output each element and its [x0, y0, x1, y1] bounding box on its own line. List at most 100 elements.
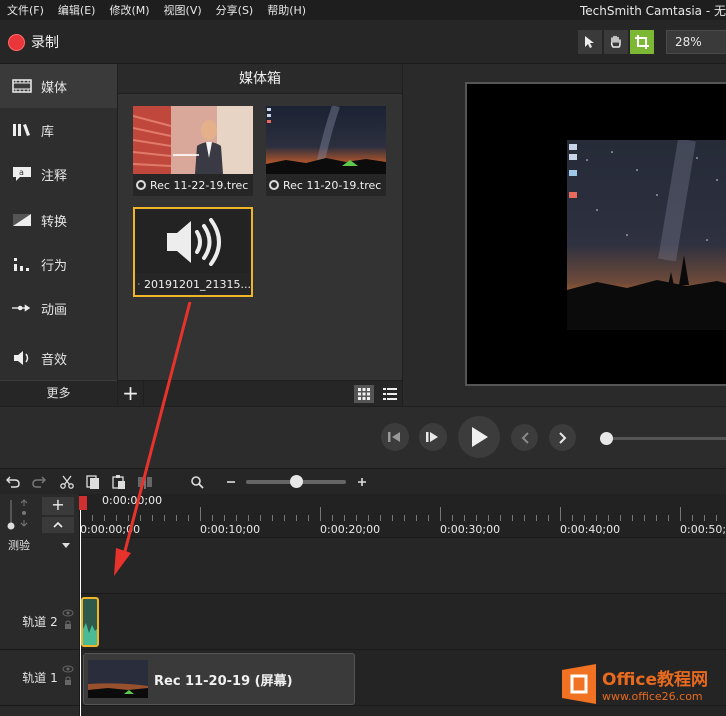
- ruler-tick: [620, 515, 621, 521]
- playhead[interactable]: [79, 496, 87, 716]
- cut-button[interactable]: [58, 473, 76, 491]
- list-view-button[interactable]: [380, 385, 400, 403]
- main-toolbar: 录制 28%: [0, 20, 726, 64]
- menu-file[interactable]: 文件(F): [0, 2, 51, 18]
- sidebar-item-audio-effects[interactable]: 音效: [0, 336, 117, 380]
- menu-view[interactable]: 视图(V): [157, 2, 209, 18]
- next-marker-button[interactable]: [549, 424, 576, 451]
- ruler-tick: [464, 515, 465, 521]
- preview-panel: [402, 64, 726, 406]
- empty-track-area[interactable]: [80, 538, 726, 594]
- crop-tool-button[interactable]: [630, 30, 654, 54]
- ruler-tick: [116, 515, 117, 521]
- ruler-tick: [188, 515, 189, 521]
- record-button[interactable]: 录制: [8, 32, 59, 52]
- copy-button[interactable]: [84, 473, 102, 491]
- ruler-tick: [500, 515, 501, 521]
- menu-modify[interactable]: 修改(M): [102, 2, 156, 18]
- film-icon: [12, 78, 32, 94]
- play-button[interactable]: [458, 416, 500, 458]
- video-clip[interactable]: Rec 11-20-19 (屏幕): [83, 653, 355, 705]
- grid-view-button[interactable]: [354, 385, 374, 403]
- ruler-tick: [296, 515, 297, 521]
- redo-icon: [32, 476, 46, 488]
- track-height-slider[interactable]: [6, 500, 16, 530]
- previous-marker-button[interactable]: [511, 424, 538, 451]
- zoom-out-button[interactable]: [222, 473, 240, 491]
- menu-share[interactable]: 分享(S): [209, 2, 261, 18]
- audio-clip[interactable]: [81, 597, 99, 647]
- menu-edit[interactable]: 编辑(E): [51, 2, 103, 18]
- media-item-audio-20191201[interactable]: 20191201_21315...: [133, 207, 253, 297]
- sidebar-item-transitions[interactable]: 转换: [0, 198, 117, 242]
- ruler-tick: [332, 515, 333, 521]
- step-forward-button[interactable]: [419, 423, 447, 451]
- playback-scrubber-handle[interactable]: [600, 432, 613, 445]
- media-item-rec-11-20[interactable]: Rec 11-20-19.trec: [266, 106, 386, 196]
- undo-icon: [6, 476, 20, 488]
- ruler-tick: [596, 515, 597, 521]
- sidebar-item-behaviors[interactable]: 行为: [0, 242, 117, 286]
- redo-button[interactable]: [30, 473, 48, 491]
- add-track-button[interactable]: +: [42, 497, 74, 515]
- step-back-icon: [388, 432, 400, 442]
- track-header-2[interactable]: 轨道 2: [0, 594, 80, 650]
- step-back-button[interactable]: [381, 423, 409, 451]
- ruler-tick: [284, 515, 285, 521]
- sidebar-item-label: 动画: [41, 302, 68, 318]
- timeline-zoom-handle[interactable]: [290, 475, 303, 488]
- sidebar-item-label: 注释: [41, 168, 68, 184]
- sidebar-item-animations[interactable]: 动画: [0, 286, 117, 330]
- zoom-search-button[interactable]: [188, 473, 206, 491]
- ruler-tick: [152, 515, 153, 521]
- clip-thumbnail: [88, 660, 148, 698]
- pan-tool-button[interactable]: [604, 30, 628, 54]
- magnet-icon[interactable]: [18, 498, 30, 528]
- track-name: 轨道 1: [22, 671, 58, 685]
- track-header-1[interactable]: 轨道 1: [0, 650, 80, 706]
- sidebar-item-annotations[interactable]: a 注释: [0, 152, 117, 196]
- ruler-tick: [572, 515, 573, 521]
- zoom-level-dropdown[interactable]: 28%: [666, 30, 726, 54]
- pointer-tool-button[interactable]: [578, 30, 602, 54]
- sidebar-item-label: 行为: [41, 258, 68, 274]
- zoom-in-button[interactable]: [353, 473, 371, 491]
- canvas-tools: [578, 30, 654, 54]
- sidebar-item-library[interactable]: 库: [0, 108, 117, 152]
- eye-lock-icon[interactable]: [62, 664, 74, 688]
- ruler-tick: [608, 515, 609, 521]
- quiz-dropdown[interactable]: 测验: [0, 536, 80, 554]
- media-item-rec-11-22[interactable]: Rec 11-22-19.trec: [133, 106, 253, 196]
- ruler-tick: [164, 515, 165, 521]
- ruler-tick: [476, 515, 477, 521]
- cursor-icon: [585, 36, 594, 48]
- import-media-button[interactable]: +: [118, 381, 144, 407]
- ruler-tick: [308, 515, 309, 521]
- split-button[interactable]: [136, 473, 154, 491]
- ruler-tick: [716, 515, 717, 521]
- clip-name: Rec 11-20-19 (屏幕): [154, 674, 293, 689]
- paste-button[interactable]: [110, 473, 128, 491]
- canvas-screen-recording[interactable]: [567, 140, 726, 330]
- ruler-tick: [212, 515, 213, 521]
- sidebar-item-label: 音效: [41, 352, 68, 368]
- playhead-handle[interactable]: [79, 496, 87, 510]
- timeline-ruler[interactable]: 0:00:00;00 0:00:00;00 0:00:10;00 0:00:20…: [80, 494, 726, 538]
- ruler-tick: [128, 515, 129, 521]
- more-tools-button[interactable]: 更多: [0, 380, 117, 406]
- crop-icon: [635, 35, 649, 49]
- media-item-name: Rec 11-20-19.trec: [283, 178, 382, 192]
- ruler-tick: [680, 507, 681, 521]
- record-label: 录制: [31, 35, 59, 51]
- track-2-lane[interactable]: [80, 594, 726, 650]
- sidebar-item-media[interactable]: 媒体: [0, 64, 117, 108]
- collapse-tracks-button[interactable]: [42, 517, 74, 533]
- playback-scrubber-track[interactable]: [606, 437, 726, 440]
- undo-button[interactable]: [4, 473, 22, 491]
- eye-lock-icon[interactable]: [62, 608, 74, 632]
- menu-help[interactable]: 帮助(H): [260, 2, 313, 18]
- magnifier-icon: [191, 476, 204, 489]
- preview-canvas[interactable]: [465, 82, 726, 386]
- ruler-tick: [416, 515, 417, 521]
- ruler-tick: [368, 515, 369, 521]
